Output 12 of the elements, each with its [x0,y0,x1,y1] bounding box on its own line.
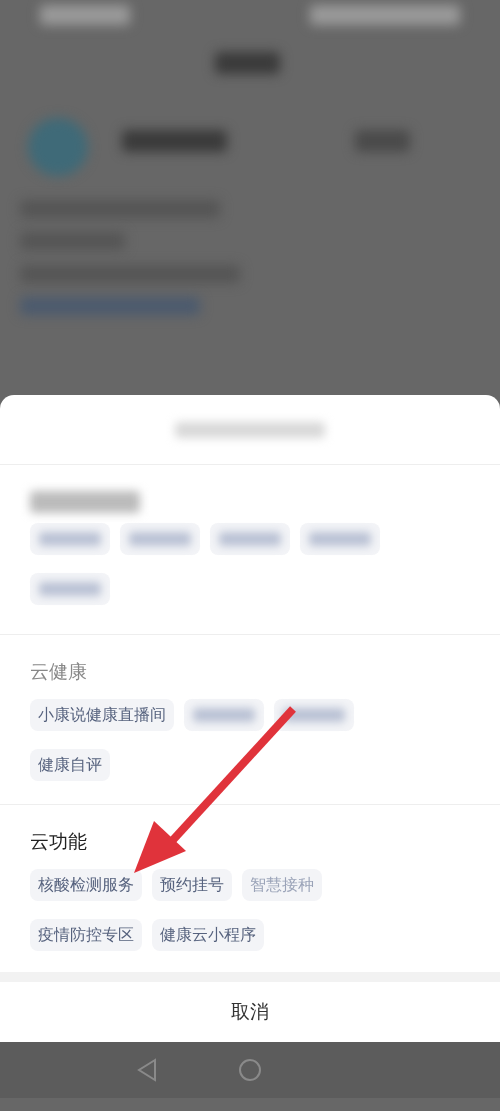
service-chip[interactable]: 核酸检测服务 [30,869,142,901]
service-chip[interactable]: 疫情防控专区 [30,919,142,951]
service-chip[interactable]: 健康自评 [30,749,110,781]
home-icon[interactable] [238,1058,262,1082]
back-icon[interactable] [136,1058,158,1082]
service-chip[interactable]: 健康云小程序 [152,919,264,951]
service-chip[interactable]: 预约挂号 [152,869,232,901]
section-title: 云健康 [30,660,88,684]
cancel-button[interactable]: 取消 [0,982,500,1042]
section-title: 云功能 [30,830,88,854]
blurred-chip[interactable] [274,699,354,731]
service-chip[interactable]: 小康说健康直播间 [30,699,174,731]
